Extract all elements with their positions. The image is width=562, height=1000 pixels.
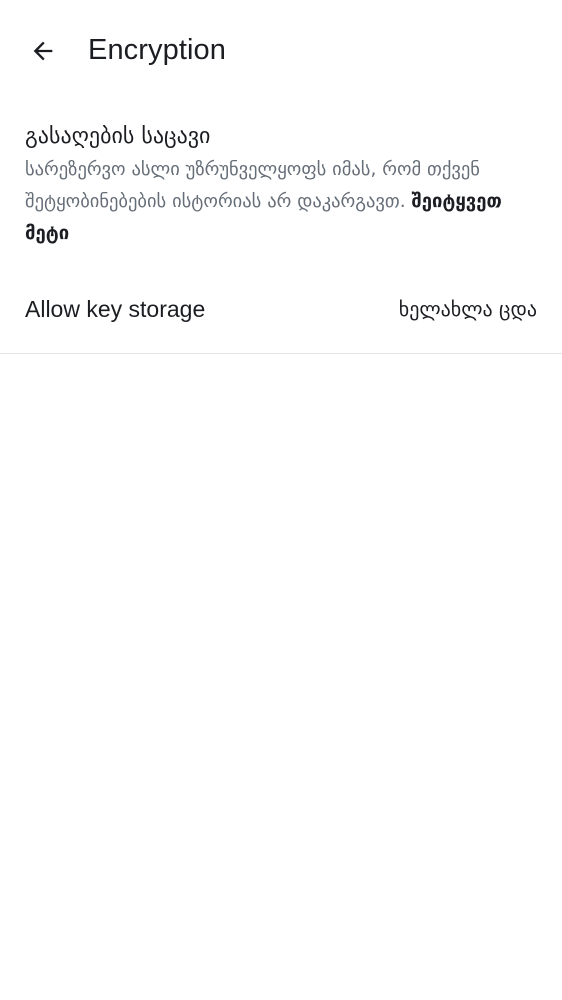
page-title: Encryption (88, 34, 227, 66)
back-button[interactable] (20, 28, 66, 74)
retry-button[interactable]: ხელახლა ცდა (399, 292, 537, 326)
arrow-left-icon (33, 41, 53, 61)
top-app-bar: Encryption (0, 0, 562, 100)
allow-key-storage-row: Allow key storage ხელახლა ცდა (0, 280, 562, 354)
section-title: გასაღების საცავი (25, 124, 211, 149)
section-description: სარეზერვო ასლი უზრუნველყოფს იმას, რომ თქ… (25, 154, 540, 250)
allow-key-storage-label: Allow key storage (25, 296, 206, 322)
key-storage-section: გასაღების საცავი სარეზერვო ასლი უზრუნველ… (25, 120, 540, 250)
